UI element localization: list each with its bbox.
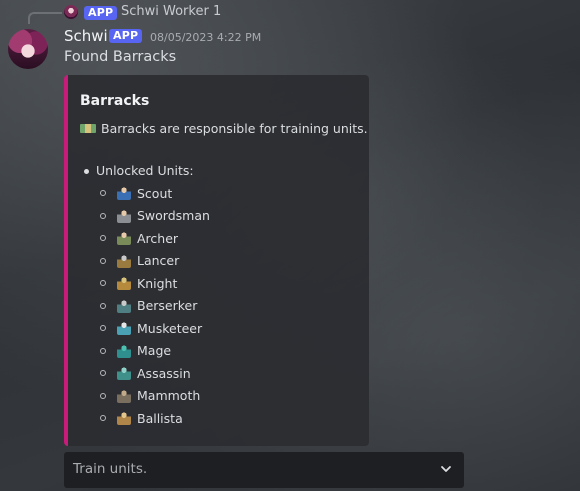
- unit-label: Mammoth: [137, 388, 201, 403]
- message-timestamp: 08/05/2023 4:22 PM: [150, 31, 262, 44]
- embed-title: Barracks: [80, 93, 150, 109]
- unit-label: Mage: [137, 343, 172, 358]
- author-name[interactable]: Schwi: [64, 27, 108, 45]
- swordsman-icon: [117, 208, 131, 223]
- sub-bullet-icon: [100, 415, 106, 421]
- author-app-badge: APP: [109, 29, 143, 43]
- unit-list-item: Knight: [100, 274, 177, 292]
- scout-icon: [117, 186, 131, 200]
- mage-icon: [117, 343, 131, 358]
- archer-icon: [117, 231, 131, 245]
- sub-bullet-icon: [100, 370, 106, 376]
- musketeer-icon: [117, 321, 131, 335]
- ticket-icon: [80, 124, 96, 133]
- sub-bullet-icon: [100, 347, 106, 354]
- unit-label: Archer: [137, 230, 179, 246]
- unit-list-item: Musketeer: [100, 319, 202, 337]
- unit-list-item: Archer: [100, 229, 178, 247]
- sub-bullet-icon: [100, 325, 106, 331]
- chevron-down-icon[interactable]: [440, 463, 452, 475]
- mammoth-icon: [117, 388, 131, 403]
- bullet-icon: [84, 169, 89, 174]
- author-avatar[interactable]: [8, 29, 48, 69]
- unit-list-item: Berserker: [100, 297, 197, 315]
- berserker-icon: [117, 298, 131, 313]
- select-placeholder: Train units.: [73, 461, 148, 477]
- reply-avatar[interactable]: [64, 5, 78, 19]
- unit-list-item: Mage: [100, 342, 171, 360]
- unit-label: Ballista: [137, 410, 183, 426]
- unit-label: Musketeer: [137, 320, 203, 336]
- knight-icon: [117, 276, 131, 290]
- unit-list-item: Swordsman: [100, 207, 210, 225]
- unit-label: Scout: [137, 185, 173, 201]
- lancer-icon: [117, 253, 131, 268]
- unit-label: Swordsman: [137, 208, 210, 223]
- embed-description-text: Barracks are responsible for training un…: [101, 121, 368, 136]
- ballista-icon: [117, 411, 131, 425]
- sub-bullet-icon: [100, 235, 106, 241]
- unit-list-item: Scout: [100, 184, 172, 202]
- reply-connector-line: [28, 12, 62, 24]
- reply-author-name[interactable]: Schwi Worker 1: [121, 4, 221, 19]
- sub-bullet-icon: [100, 190, 106, 196]
- unit-list-item: Mammoth: [100, 387, 200, 405]
- unit-list-item: Assassin: [100, 364, 191, 382]
- message-content: Found Barracks: [64, 49, 177, 65]
- unlocked-units-label: Unlocked Units:: [96, 163, 194, 178]
- assassin-icon: [117, 366, 131, 380]
- sub-bullet-icon: [100, 392, 106, 399]
- sub-bullet-icon: [100, 257, 106, 264]
- unit-label: Assassin: [137, 365, 191, 381]
- reply-app-badge: APP: [84, 6, 118, 20]
- sub-bullet-icon: [100, 302, 106, 309]
- unit-list-item: Lancer: [100, 252, 179, 270]
- unit-label: Lancer: [137, 253, 180, 268]
- sub-bullet-icon: [100, 280, 106, 286]
- embed-description: Barracks are responsible for training un…: [80, 121, 368, 136]
- sub-bullet-icon: [100, 212, 106, 219]
- unit-label: Berserker: [137, 298, 198, 313]
- unit-label: Knight: [137, 275, 178, 291]
- unit-list-item: Ballista: [100, 409, 183, 427]
